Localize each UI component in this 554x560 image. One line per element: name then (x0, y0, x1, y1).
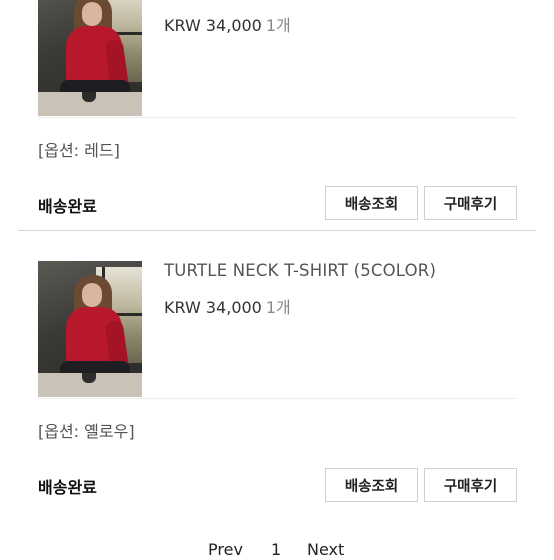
product-price: KRW 34,000 1개 (164, 294, 291, 318)
track-delivery-button[interactable]: 배송조회 (325, 186, 418, 220)
current-page-number[interactable]: 1 (271, 540, 281, 559)
product-option: [옵션: 옐로우] (38, 422, 135, 441)
delivery-status: 배송완료 (38, 478, 97, 497)
product-title[interactable]: TURTLE NECK T-SHIRT (5COLOR) (164, 261, 436, 280)
order-divider (18, 230, 536, 231)
product-thumbnail[interactable] (38, 0, 142, 116)
quantity-value: 1개 (265, 16, 291, 35)
pagination: Prev 1 Next (0, 540, 554, 560)
product-thumbnail[interactable] (38, 261, 142, 397)
price-value: KRW 34,000 (164, 298, 262, 317)
track-delivery-button[interactable]: 배송조회 (325, 468, 418, 502)
quantity-value: 1개 (265, 298, 291, 317)
product-option: [옵션: 레드] (38, 141, 120, 160)
next-page-link[interactable]: Next (307, 540, 344, 559)
item-divider (38, 117, 516, 118)
write-review-button[interactable]: 구매후기 (424, 468, 517, 502)
prev-page-link[interactable]: Prev (208, 540, 243, 559)
write-review-button[interactable]: 구매후기 (424, 186, 517, 220)
product-price: KRW 34,000 1개 (164, 12, 291, 36)
delivery-status: 배송완료 (38, 197, 97, 216)
item-divider (38, 398, 516, 399)
price-value: KRW 34,000 (164, 16, 262, 35)
